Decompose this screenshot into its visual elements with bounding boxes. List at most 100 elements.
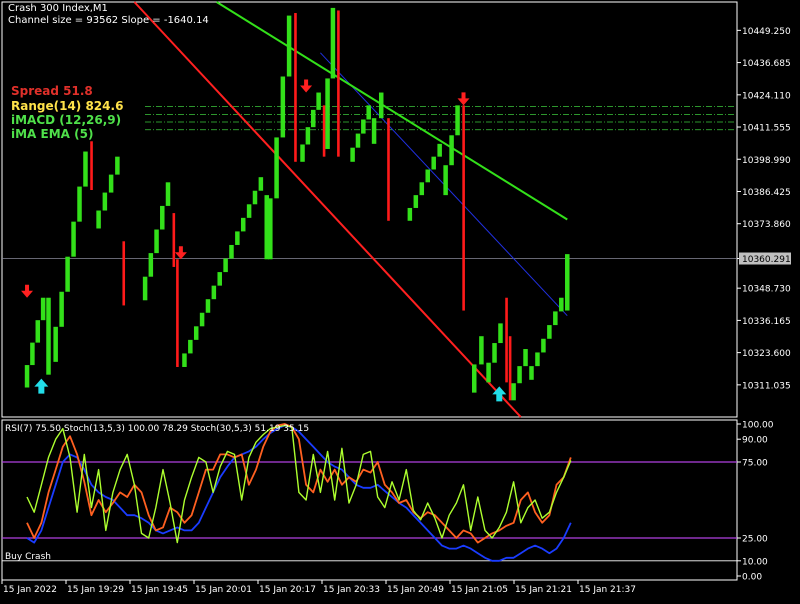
candle-bull bbox=[361, 119, 366, 134]
candle-bull bbox=[523, 349, 528, 367]
price-tick-label: 10348.730 bbox=[742, 285, 791, 295]
candle-bull bbox=[188, 339, 193, 354]
candle-bull bbox=[366, 105, 371, 120]
candle-bear bbox=[90, 141, 93, 191]
candle-bull bbox=[115, 156, 120, 175]
candle-bull bbox=[471, 364, 477, 393]
candle-bull bbox=[102, 192, 108, 211]
osc-tick-label: 0.00 bbox=[742, 573, 762, 583]
candle-bull bbox=[355, 133, 361, 148]
candle-bull bbox=[274, 137, 279, 199]
price-tick-label: 10311.035 bbox=[742, 381, 791, 391]
candle-bull bbox=[443, 165, 448, 196]
price-tick-label: 10386.425 bbox=[742, 188, 791, 198]
candle-bull bbox=[449, 135, 454, 166]
candle-bull bbox=[108, 174, 114, 193]
candle-bull bbox=[30, 342, 35, 366]
candle-bull bbox=[529, 366, 534, 380]
candle-bull bbox=[286, 15, 292, 77]
subwindow-footer: Buy Crash bbox=[5, 552, 51, 562]
candle-bull bbox=[498, 323, 503, 344]
candle-bull bbox=[541, 338, 546, 353]
candle-bull bbox=[71, 221, 76, 257]
osc-tick-label: 10.00 bbox=[742, 557, 768, 567]
candle-bull bbox=[205, 299, 211, 313]
time-tick-label: 15 Jan 20:33 bbox=[323, 585, 380, 595]
candle-bull bbox=[199, 312, 205, 327]
candle-bull bbox=[547, 325, 552, 339]
candle-bull bbox=[425, 169, 430, 183]
candle-bull bbox=[59, 291, 64, 327]
candle-bull bbox=[419, 182, 425, 196]
time-tick-label: 15 Jan 21:37 bbox=[579, 585, 636, 595]
candle-bull bbox=[565, 254, 570, 311]
candle-bear bbox=[122, 241, 126, 306]
candle-bull bbox=[378, 92, 384, 119]
candle-bull bbox=[311, 109, 316, 128]
price-chart[interactable]: 10449.250 10436.685 10424.110 10411.555 1039… bbox=[0, 0, 800, 600]
price-tick-label: 10424.110 bbox=[742, 91, 791, 101]
candle-bull bbox=[24, 365, 30, 388]
price-tick-label: 10373.860 bbox=[742, 220, 791, 230]
candle-bear bbox=[176, 259, 179, 367]
subwindow-header: RSI(7) 75.50 Stoch(13,5,3) 100.00 78.29 … bbox=[5, 424, 310, 434]
time-tick-label: 15 Jan 20:49 bbox=[387, 585, 444, 595]
candle-bull bbox=[154, 229, 159, 254]
candle-bear bbox=[172, 213, 176, 267]
candle-bull bbox=[182, 353, 187, 367]
candle-bull bbox=[235, 231, 240, 245]
candle-bull bbox=[77, 186, 82, 222]
candle-bull bbox=[229, 244, 234, 259]
candle-bear bbox=[337, 10, 340, 157]
candle-bull bbox=[165, 182, 171, 206]
osc-tick-label: 100.00 bbox=[742, 421, 774, 431]
price-tick-label: 10398.990 bbox=[742, 156, 791, 166]
candle-bull bbox=[517, 366, 522, 384]
candle-bull bbox=[223, 258, 228, 273]
candle-bull bbox=[211, 285, 217, 300]
sell-signal-arrow bbox=[174, 246, 187, 260]
candle-bull bbox=[240, 217, 246, 232]
candle-bull bbox=[258, 177, 264, 191]
sell-signal-arrow bbox=[21, 284, 34, 298]
candle-bear bbox=[322, 105, 326, 157]
candle-bull bbox=[511, 383, 516, 401]
candle-bull bbox=[316, 92, 321, 110]
candle-bull bbox=[371, 118, 377, 144]
candle-bull bbox=[330, 7, 336, 79]
candle-bull bbox=[559, 297, 564, 312]
candle-bull bbox=[413, 195, 419, 208]
candle-bull bbox=[437, 143, 442, 157]
sell-signal-arrow bbox=[300, 79, 313, 93]
price-tick-label: 10360.291 bbox=[742, 255, 791, 265]
price-tick-label: 10411.555 bbox=[742, 124, 791, 134]
candle-bull bbox=[193, 326, 199, 340]
time-tick-label: 15 Jan 21:21 bbox=[515, 585, 572, 595]
time-tick-label: 15 Jan 20:01 bbox=[195, 585, 252, 595]
candle-bull bbox=[148, 253, 154, 277]
candle-bull bbox=[246, 204, 252, 218]
mt5-chart-window: 10449.250 10436.685 10424.110 10411.555 1039… bbox=[0, 0, 800, 600]
candle-bull bbox=[268, 198, 273, 260]
symbol-title: Crash 300 Index,M1 bbox=[8, 3, 108, 14]
candle-bull bbox=[53, 326, 58, 362]
indicator-spread: Spread 51.8 bbox=[11, 84, 93, 98]
candle-bull bbox=[431, 156, 436, 170]
time-tick-label: 15 Jan 19:45 bbox=[131, 585, 188, 595]
time-tick-label: 15 Jan 2022 bbox=[3, 585, 57, 595]
candle-bull bbox=[455, 105, 460, 136]
osc-tick-label: 25.00 bbox=[742, 535, 768, 545]
time-tick-label: 15 Jan 20:17 bbox=[259, 585, 316, 595]
price-tick-label: 10323.600 bbox=[742, 349, 791, 359]
candle-bull bbox=[553, 311, 558, 326]
candle-bull bbox=[535, 352, 540, 367]
candle-bear bbox=[294, 13, 297, 162]
main-panel-frame bbox=[1, 1, 738, 418]
price-tick-label: 10336.165 bbox=[742, 317, 791, 327]
candle-bear bbox=[462, 105, 465, 311]
indicator-imacd: iMACD (12,26,9) bbox=[11, 113, 122, 127]
candle-bull bbox=[35, 320, 41, 343]
candle-bear bbox=[387, 118, 390, 221]
price-tick-label: 10436.685 bbox=[742, 59, 791, 69]
candle-bull bbox=[83, 151, 88, 187]
